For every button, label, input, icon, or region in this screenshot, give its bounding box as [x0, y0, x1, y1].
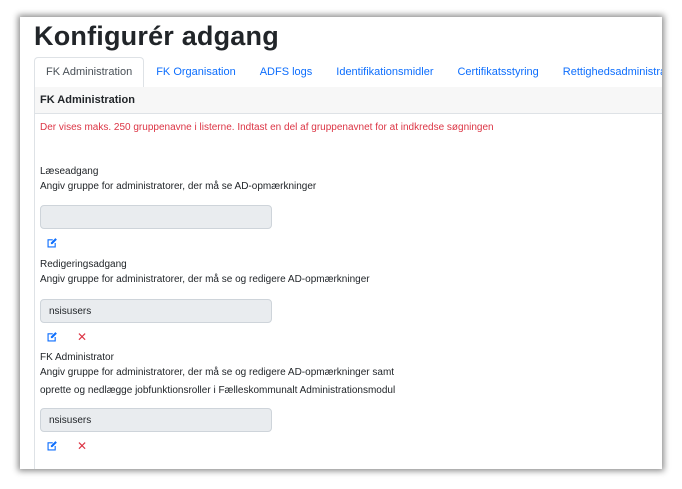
- tab-fk-organisation[interactable]: FK Organisation: [144, 57, 247, 87]
- tab-certifikatsstyring[interactable]: Certifikatsstyring: [445, 57, 550, 87]
- fk-administrator-group-field[interactable]: nsisusers: [40, 408, 272, 432]
- delete-icon[interactable]: ✕: [75, 439, 89, 453]
- edit-access-description: Angiv gruppe for administratorer, der må…: [40, 274, 370, 285]
- tab-adfs-logs[interactable]: ADFS logs: [248, 57, 325, 87]
- edit-access-group-field[interactable]: nsisusers: [40, 299, 272, 323]
- page-title: Konfigurér adgang: [34, 21, 279, 51]
- card-header: FK Administration: [35, 87, 662, 114]
- fk-administrator-label: FK Administrator: [40, 352, 114, 363]
- edit-icon[interactable]: [45, 330, 59, 344]
- edit-access-label: Redigeringsadgang: [40, 259, 127, 270]
- read-access-label: Læseadgang: [40, 166, 99, 177]
- tab-identifikationsmidler[interactable]: Identifikationsmidler: [324, 57, 445, 87]
- read-access-group-field[interactable]: [40, 205, 272, 229]
- search-limit-notice: Der vises maks. 250 gruppenavne i lister…: [40, 122, 494, 133]
- read-access-description: Angiv gruppe for administratorer, der må…: [40, 181, 317, 192]
- edit-icon[interactable]: [45, 236, 59, 250]
- tab-bar: FK Administration FK Organisation ADFS l…: [34, 57, 662, 88]
- fk-administrator-description-line1: Angiv gruppe for administratorer, der må…: [40, 367, 395, 378]
- edit-icon[interactable]: [45, 439, 59, 453]
- tab-fk-administration[interactable]: FK Administration: [34, 57, 145, 88]
- window-frame: Konfigurér adgang FK Administration FK O…: [20, 17, 662, 469]
- fk-administrator-description-line2: oprette og nedlægge jobfunktionsroller i…: [40, 385, 396, 396]
- tab-rettighedsadministration[interactable]: Rettighedsadministration: [551, 57, 662, 87]
- delete-icon[interactable]: ✕: [75, 330, 89, 344]
- settings-card: FK Administration Der vises maks. 250 gr…: [34, 87, 662, 469]
